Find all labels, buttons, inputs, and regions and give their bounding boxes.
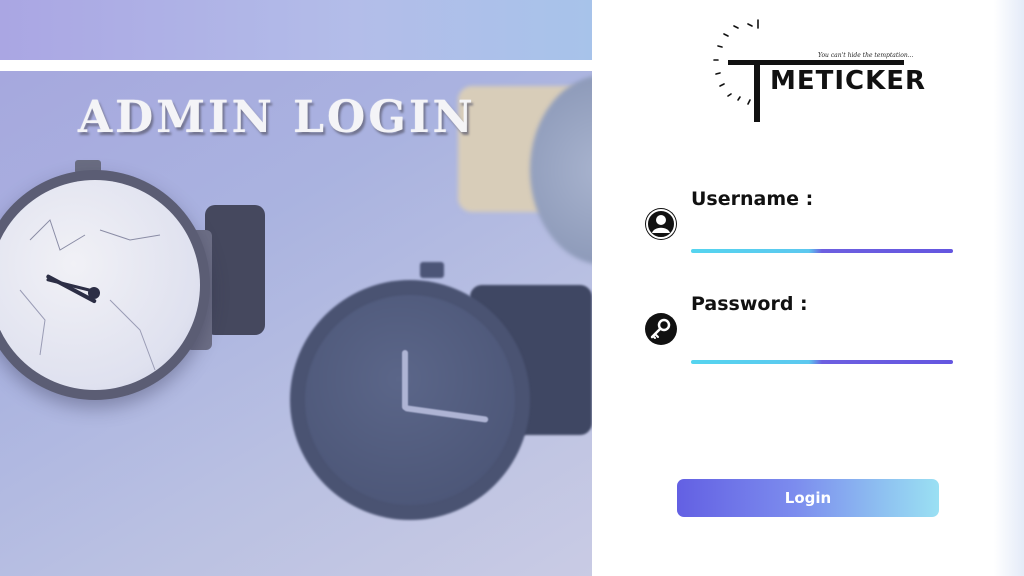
watch-strap-left: [205, 205, 265, 335]
page-title: ADMIN LOGIN: [78, 92, 476, 143]
watch-hand-vertical: [402, 350, 408, 410]
username-input[interactable]: [691, 222, 953, 246]
password-input[interactable]: [691, 330, 953, 354]
watch-crown-right: [420, 262, 444, 278]
watch-face-right: [305, 295, 515, 505]
username-underline: [691, 249, 953, 253]
password-label: Password :: [691, 293, 808, 315]
brand-tagline: You can't hide the temptation...: [818, 52, 914, 59]
key-icon: [645, 313, 677, 345]
hero-image: ADMIN LOGIN: [0, 0, 592, 576]
hero-divider: [0, 60, 592, 71]
username-label: Username :: [691, 188, 814, 210]
password-underline: [691, 360, 953, 364]
brand-name: METICKER: [770, 66, 927, 96]
watch-center-pin: [88, 287, 100, 299]
watch-face-left: [0, 180, 200, 390]
login-button[interactable]: Login: [677, 479, 939, 517]
user-icon: [645, 208, 677, 240]
hero-top-band: [0, 0, 592, 60]
marble-veins: [19, 219, 161, 371]
